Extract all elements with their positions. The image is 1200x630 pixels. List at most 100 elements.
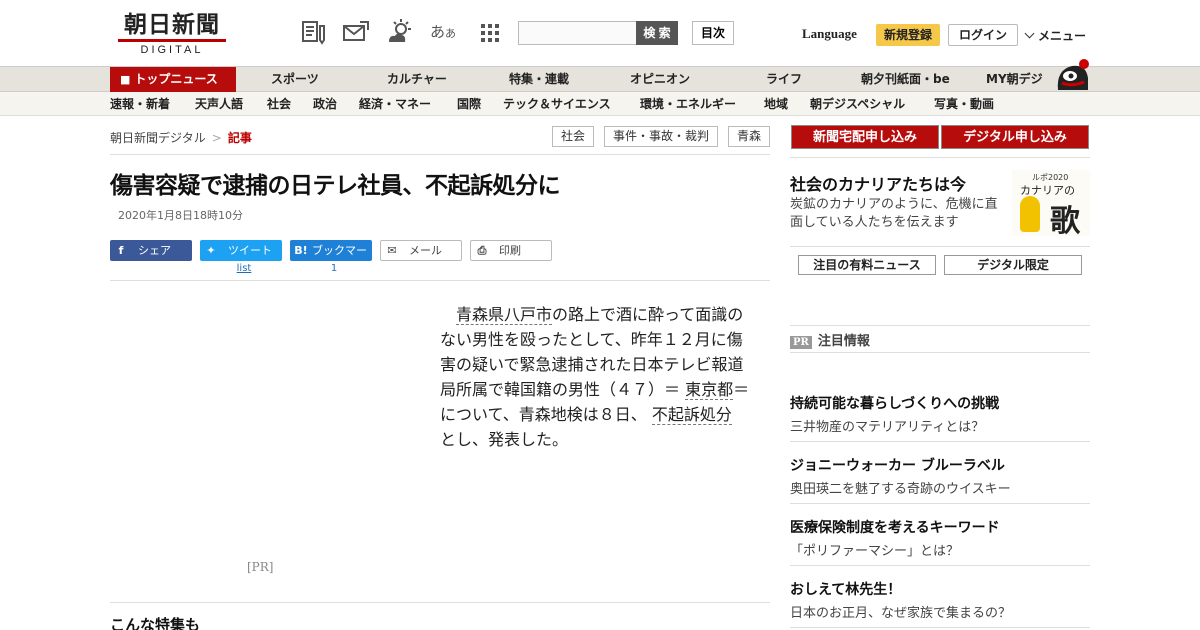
canary-feature-image[interactable]: ルポ2020 カナリアの 歌 [1012,170,1090,239]
nav-item-my-asadigi[interactable]: MY朝デジ [986,67,1043,91]
subnav-item-tenseijingo[interactable]: 天声人語 [195,92,243,116]
site-header: 朝日新聞 DIGITAL ああ 検 索 目次 Language 新規登録 ログイ… [0,0,1200,66]
divider [110,602,770,603]
subnav-item-environment[interactable]: 環境・エネルギー [640,92,736,116]
divider [110,154,770,155]
toc-button[interactable]: 目次 [692,21,734,45]
search-button[interactable]: 検 索 [636,21,678,45]
logo-sub: DIGITAL [140,44,204,56]
logo-kanji: 朝日新聞 [124,11,220,38]
ad-title[interactable]: おしえて林先生！ [790,579,901,599]
divider [790,325,1090,326]
tag-incident[interactable]: 事件・事故・裁判 [604,126,718,147]
nav-item-opinion[interactable]: オピニオン [630,67,690,91]
article-date: 2020年1月8日18時10分 [118,209,243,222]
language-link[interactable]: Language [802,26,857,42]
register-button[interactable]: 新規登録 [876,24,940,46]
nav-item-sports[interactable]: スポーツ [271,67,319,91]
subscribe-digital-button[interactable]: デジタル申し込み [941,125,1089,149]
tab-digital-only[interactable]: デジタル限定 [944,255,1082,275]
logo[interactable]: 朝日新聞 DIGITAL [112,12,232,56]
body-text: とし、発表した。 [440,430,569,449]
mascot-icon[interactable] [1054,56,1092,92]
login-button[interactable]: ログイン [948,24,1018,46]
twitter-share-label: ツイート [228,244,272,257]
main-nav: ■ トップニュース スポーツ カルチャー 特集・連載 オピニオン ライフ 朝夕刊紙… [0,66,1200,92]
home-icon: ■ [120,73,131,86]
search-input[interactable] [518,21,638,45]
keyword-link[interactable]: 青森県八戸市 [456,305,553,325]
ad-title[interactable]: ジョニーウォーカー ブルーラベル [790,455,1005,475]
pr-label: [PR] [247,560,274,574]
mail-icon[interactable] [342,18,370,46]
print-icon: ⎙ [477,244,487,257]
breadcrumb-separator: > [211,131,222,145]
article-title: 傷害容疑で逮捕の日テレ社員、不起訴処分に [110,173,561,199]
hatena-count-link[interactable]: 1 [293,263,375,274]
facebook-share-button[interactable]: f シェア [110,240,192,261]
facebook-icon: f [118,244,124,257]
hatena-bookmark-button[interactable]: B! ブックマーク [290,240,372,278]
subnav-item-tech[interactable]: テック＆サイエンス [503,92,611,116]
ad-title[interactable]: 持続可能な暮らしづくりへの挑戦 [790,393,999,413]
subnav-item-region[interactable]: 地域 [764,92,788,116]
divider [790,565,1090,566]
tag-society[interactable]: 社会 [552,126,594,147]
article-body: 青森県八戸市の路上で酒に酔って面識のない男性を殴ったとして、昨年１２月に傷害の疑… [440,302,750,452]
menu-label: メニュー [1038,29,1087,43]
subnav-item-special[interactable]: 朝デジスペシャル [810,92,905,116]
canary-img-big: 歌 [1050,204,1080,239]
ad-title[interactable]: 医療保険制度を考えるキーワード [790,517,1000,537]
twitter-count-link[interactable]: list [203,263,285,274]
divider [790,441,1090,442]
divider [790,627,1090,628]
twitter-share-button[interactable]: ✦ ツイート [200,240,282,261]
subnav-item-society[interactable]: 社会 [267,92,291,116]
keyword-link[interactable]: 不起訴処分 [651,405,732,425]
ad-sub[interactable]: 日本のお正月、なぜ家族で集まるの？ [790,602,1011,621]
ad-sub[interactable]: 三井物産のマテリアリティとは？ [790,416,984,435]
nav-item-culture[interactable]: カルチャー [387,67,447,91]
ad-sub[interactable]: 「ポリファーマシー」とは？ [790,540,959,559]
ad-sub[interactable]: 奥田瑛二を魅了する奇跡のウイスキー [790,478,1011,497]
hatena-icon: B! [294,244,308,257]
divider [790,157,1090,158]
pr-badge: PR [790,336,812,349]
tag-aomori[interactable]: 青森 [728,126,770,147]
divider [110,280,770,281]
subnav-item-photo[interactable]: 写真・動画 [934,92,994,116]
sub-nav: 速報・新着 天声人語 社会 政治 経済・マネー 国際 テック＆サイエンス 環境・… [0,92,1200,116]
nav-top-label: トップニュース [134,72,218,86]
menu-button[interactable]: メニュー [1024,27,1087,44]
subnav-item-international[interactable]: 国際 [457,92,481,116]
nav-item-life[interactable]: ライフ [766,67,802,91]
subnav-item-politics[interactable]: 政治 [313,92,337,116]
grid-menu-icon[interactable] [476,18,504,46]
mail-share-button[interactable]: ✉ メール [380,240,462,261]
print-button[interactable]: ⎙ 印刷 [470,240,552,261]
nav-top-news[interactable]: ■ トップニュース [110,67,236,92]
breadcrumb-home[interactable]: 朝日新聞デジタル [110,131,206,145]
font-size-icon[interactable]: ああ [430,18,458,46]
subscribe-paper-button[interactable]: 新聞宅配申し込み [791,125,939,149]
subnav-item-breaking[interactable]: 速報・新着 [110,92,170,116]
canary-feature-desc: 炭鉱のカナリアのように、危機に直面している人たちを伝えます [790,197,998,230]
divider [790,246,1090,247]
pr-heading-label: 注目情報 [817,334,870,349]
canary-feature-title[interactable]: 社会のカナリアたちは今 [790,171,966,195]
pr-heading: PR 注目情報 [790,330,870,349]
nav-item-features[interactable]: 特集・連載 [509,67,569,91]
logo-underline [118,39,226,42]
breadcrumb-current: 記事 [227,131,252,145]
canary-bird-icon [1020,196,1040,232]
divider [790,503,1090,504]
keyword-link[interactable]: 東京都 [685,380,734,400]
tab-paid-news[interactable]: 注目の有料ニュース [798,255,936,275]
facebook-share-label: シェア [138,244,171,257]
nav-item-paper[interactable]: 朝夕刊紙面・be [861,67,950,91]
chevron-down-icon [1024,28,1035,39]
newspaper-pen-icon[interactable] [300,18,328,46]
weather-icon[interactable] [386,18,414,46]
subnav-item-economy[interactable]: 経済・マネー [359,92,431,116]
print-label: 印刷 [499,244,521,257]
